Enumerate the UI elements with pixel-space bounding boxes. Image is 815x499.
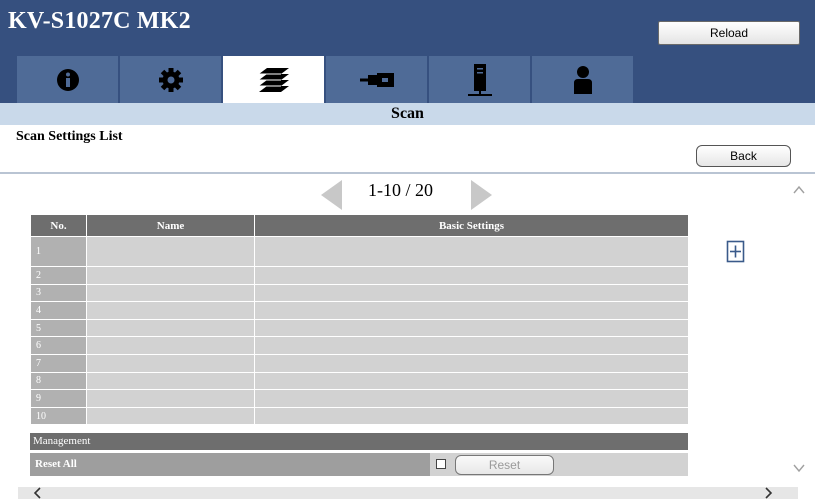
- row-number: 7: [30, 353, 87, 373]
- pager: 1-10 / 20: [0, 178, 800, 210]
- gear-icon: [158, 67, 183, 92]
- horizontal-scrollbar[interactable]: [18, 487, 798, 499]
- table-row[interactable]: 8: [30, 371, 689, 391]
- row-number: 6: [30, 336, 87, 355]
- stacked-documents-icon: [258, 67, 289, 92]
- row-basic-settings: [254, 336, 689, 355]
- scroll-up-icon[interactable]: [791, 183, 807, 197]
- reset-all-checkbox[interactable]: [436, 459, 446, 469]
- user-icon: [573, 65, 592, 94]
- tab-scan[interactable]: [223, 56, 324, 103]
- row-basic-settings: [254, 389, 689, 408]
- row-name: [86, 353, 255, 373]
- row-name: [86, 318, 255, 338]
- page-title: Scan Settings List: [16, 129, 123, 144]
- tab-device[interactable]: [429, 56, 530, 103]
- table-row[interactable]: 9: [30, 389, 689, 408]
- scanner-device-icon: [467, 63, 492, 96]
- row-basic-settings: [254, 406, 689, 426]
- previous-page-icon[interactable]: [321, 180, 343, 210]
- row-number: 9: [30, 389, 87, 408]
- info-circle-icon: [56, 68, 79, 91]
- management-header: Management: [30, 433, 688, 450]
- next-page-icon[interactable]: [470, 180, 492, 210]
- page-indicator: 1-10 / 20: [368, 180, 433, 200]
- main-tabs: [17, 56, 635, 103]
- reload-button[interactable]: Reload: [658, 21, 800, 45]
- row-name: [86, 301, 255, 320]
- cable-connector-icon: [359, 72, 394, 87]
- app-title: KV-S1027C MK2: [8, 8, 191, 34]
- tab-info[interactable]: [17, 56, 118, 103]
- table-row[interactable]: 3: [30, 283, 689, 303]
- row-name: [86, 283, 255, 303]
- table-row[interactable]: 6: [30, 336, 689, 355]
- row-basic-settings: [254, 236, 689, 267]
- table-row[interactable]: 1: [30, 236, 689, 267]
- column-header-basic-settings: Basic Settings: [254, 214, 689, 237]
- row-basic-settings: [254, 266, 689, 285]
- row-number: 8: [30, 371, 87, 391]
- row-number: 5: [30, 318, 87, 338]
- reset-all-row: Reset All Reset: [30, 453, 688, 476]
- row-number: 10: [30, 406, 87, 426]
- column-header-no: No.: [30, 214, 87, 237]
- add-document-icon[interactable]: [726, 240, 746, 264]
- row-basic-settings: [254, 371, 689, 391]
- scroll-left-icon[interactable]: [32, 487, 44, 499]
- reset-all-label: Reset All: [30, 453, 430, 476]
- scroll-right-icon[interactable]: [762, 487, 774, 499]
- header-bar: KV-S1027C MK2 Reload: [0, 0, 815, 103]
- row-basic-settings: [254, 318, 689, 338]
- row-name: [86, 266, 255, 285]
- row-name: [86, 406, 255, 426]
- tab-network[interactable]: [326, 56, 427, 103]
- row-name: [86, 371, 255, 391]
- scroll-down-icon[interactable]: [791, 461, 807, 475]
- row-number: 2: [30, 266, 87, 285]
- table-row[interactable]: 7: [30, 353, 689, 373]
- column-header-name: Name: [86, 214, 255, 237]
- table-row[interactable]: 5: [30, 318, 689, 338]
- row-name: [86, 336, 255, 355]
- row-basic-settings: [254, 301, 689, 320]
- reset-button[interactable]: Reset: [455, 455, 554, 475]
- divider: [0, 172, 815, 174]
- table-row[interactable]: 2: [30, 266, 689, 285]
- row-basic-settings: [254, 353, 689, 373]
- scan-settings-table: No. Name Basic Settings 1 2 3 4 5 6 7 8 …: [30, 214, 689, 426]
- row-basic-settings: [254, 283, 689, 303]
- table-header-row: No. Name Basic Settings: [30, 214, 689, 237]
- tab-settings[interactable]: [120, 56, 221, 103]
- tab-user[interactable]: [532, 56, 633, 103]
- row-name: [86, 236, 255, 267]
- back-button[interactable]: Back: [696, 145, 791, 167]
- row-number: 3: [30, 283, 87, 303]
- row-number: 4: [30, 301, 87, 320]
- table-row[interactable]: 4: [30, 301, 689, 320]
- row-number: 1: [30, 236, 87, 267]
- table-row[interactable]: 10: [30, 406, 689, 426]
- section-title: Scan: [0, 103, 815, 125]
- row-name: [86, 389, 255, 408]
